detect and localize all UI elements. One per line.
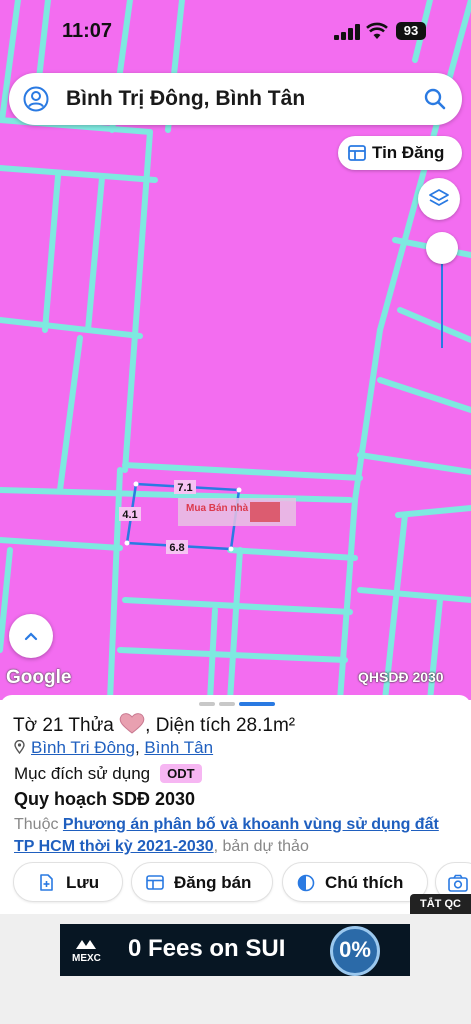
status-bar: 11:07 93 <box>0 0 471 60</box>
add-file-icon <box>40 874 53 891</box>
layers-button[interactable] <box>418 178 460 220</box>
layers-icon <box>429 189 449 206</box>
ad-banner[interactable]: MEXC 0 Fees on SUI 0% <box>60 924 410 976</box>
ad-brand-label: MEXC <box>72 953 101 964</box>
plan-prefix: Thuộc <box>14 816 63 833</box>
ad-container: MEXC 0 Fees on SUI 0% <box>0 914 471 1024</box>
cellular-signal-icon <box>334 24 360 40</box>
contrast-icon <box>297 874 315 892</box>
search-input[interactable]: Bình Trị Đông, Bình Tân <box>66 87 305 111</box>
close-ad-button[interactable]: TẮT QC <box>410 894 471 914</box>
plan-title: Quy hoạch SDĐ 2030 <box>14 789 196 809</box>
search-bar[interactable]: Bình Trị Đông, Bình Tân <box>9 73 462 125</box>
map-layer-label: QHSDĐ 2030 <box>358 669 444 685</box>
tin-dang-label: Tin Đăng <box>372 143 445 162</box>
panel-pager[interactable] <box>199 702 275 706</box>
save-button-label: Lưu <box>66 873 100 892</box>
google-logo: Google <box>6 667 72 688</box>
post-sale-button-label: Đăng bán <box>174 873 252 892</box>
parcel-location: Bình Tri Đông, Bình Tân <box>14 738 213 758</box>
usage-row: Mục đích sử dụng ODT <box>14 764 202 784</box>
expand-panel-button[interactable] <box>9 614 53 658</box>
zoom-slider-knob[interactable] <box>426 232 458 264</box>
ad-coin-graphic: 0% <box>330 926 380 976</box>
location-separator: , <box>134 738 145 757</box>
plan-description: Thuộc Phương án phân bố và khoanh vùng s… <box>14 814 454 858</box>
usage-code-badge: ODT <box>160 764 202 783</box>
legend-button[interactable]: Chú thích <box>282 862 428 902</box>
mexc-logo-icon <box>76 940 97 949</box>
favorite-heart-icon[interactable] <box>119 712 145 734</box>
usage-label: Mục đích sử dụng <box>14 764 151 783</box>
user-icon[interactable] <box>23 86 49 112</box>
ward-link[interactable]: Bình Tri Đông <box>31 738 135 757</box>
listing-icon <box>146 875 164 890</box>
search-icon[interactable] <box>423 87 447 111</box>
ad-headline: 0 Fees on SUI <box>128 935 286 962</box>
camera-add-icon <box>448 874 468 892</box>
chevron-up-icon <box>24 632 38 641</box>
post-sale-button[interactable]: Đăng bán <box>131 862 273 902</box>
listing-icon <box>348 145 366 161</box>
district-link[interactable]: Bình Tân <box>144 738 213 757</box>
parcel-info-panel[interactable]: Tờ 21 Thửa , Diện tích 28.1m² Bình Tri Đ… <box>0 695 471 915</box>
measure-bottom: 6.8 <box>169 542 184 554</box>
status-time: 11:07 <box>62 20 113 42</box>
parcel-title: Tờ 21 Thửa , Diện tích 28.1m² <box>13 712 295 737</box>
measure-left: 4.1 <box>122 509 137 521</box>
plan-suffix: , bản dự thảo <box>213 838 309 855</box>
location-pin-icon <box>14 740 25 754</box>
ad-brand: MEXC <box>72 938 101 964</box>
parcel-number: Tờ 21 Thửa <box>13 715 114 736</box>
measure-top: 7.1 <box>177 482 192 494</box>
legend-button-label: Chú thích <box>325 873 404 892</box>
watermark-text: Mua Bán nhà <box>186 503 249 514</box>
save-button[interactable]: Lưu <box>13 862 123 902</box>
parcel-area: , Diện tích 28.1m² <box>145 715 296 736</box>
wifi-icon <box>366 22 388 39</box>
watermark-logo: Mua Bán nhà <box>178 498 296 526</box>
battery-indicator: 93 <box>396 22 426 40</box>
tin-dang-button[interactable]: Tin Đăng <box>338 136 462 170</box>
